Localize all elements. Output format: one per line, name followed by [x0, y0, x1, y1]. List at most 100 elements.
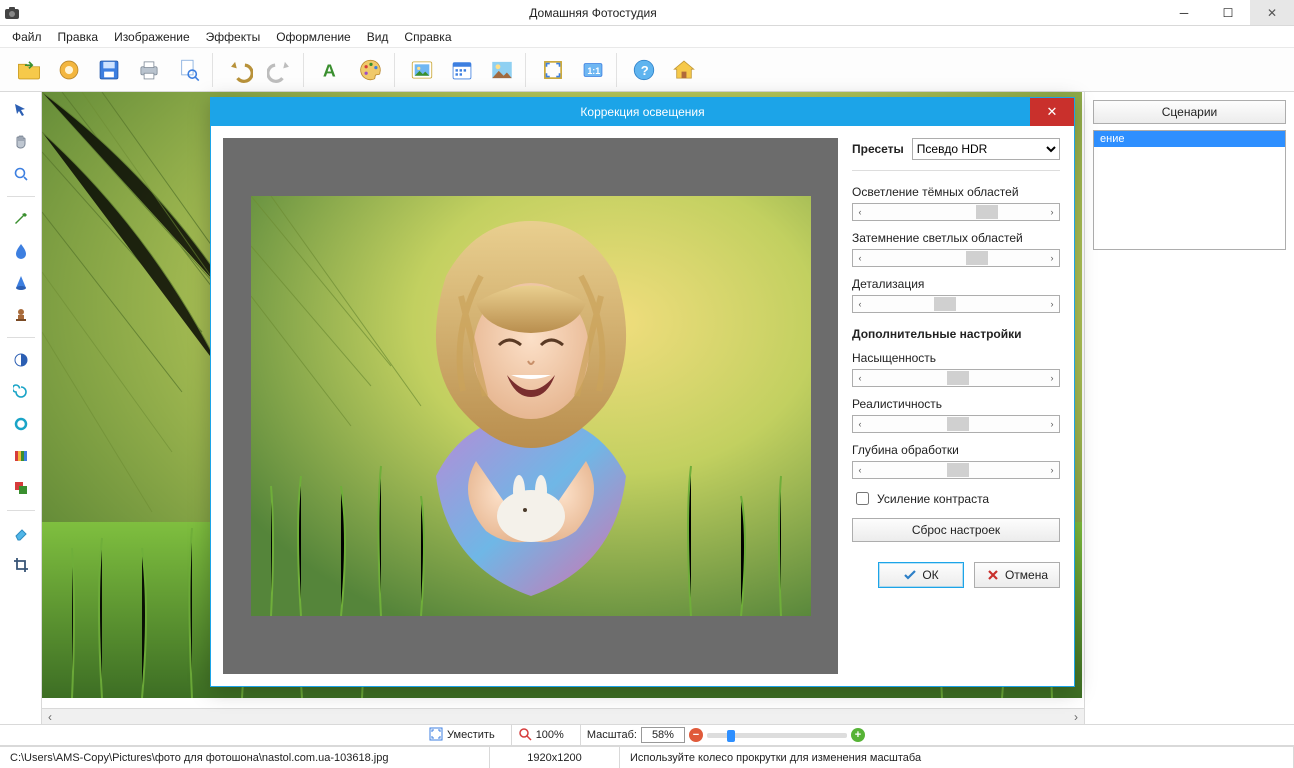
zoom-slider-thumb[interactable]	[727, 730, 735, 742]
close-button[interactable]: ✕	[1250, 0, 1294, 25]
slider-realism[interactable]: ‹ ›	[852, 415, 1060, 433]
hundred-icon[interactable]	[518, 727, 532, 744]
check-icon	[903, 568, 917, 582]
slider-lighten-label: Осветление тёмных областей	[852, 185, 1060, 199]
right-panel: Сценарии ение	[1084, 92, 1294, 724]
horizontal-scrollbar[interactable]: ‹ ›	[42, 708, 1084, 724]
slider-darken-handle[interactable]	[966, 251, 988, 265]
slider-right-icon[interactable]: ›	[1045, 462, 1059, 478]
presets-select[interactable]: Псевдо HDR	[912, 138, 1060, 160]
layers-icon[interactable]	[7, 476, 35, 500]
scroll-left-icon[interactable]: ‹	[42, 709, 58, 724]
maximize-button[interactable]: ☐	[1206, 0, 1250, 25]
actual-size-icon[interactable]: 1:1	[576, 53, 610, 87]
fit-label[interactable]: Уместить	[447, 729, 495, 741]
cross-icon	[986, 568, 1000, 582]
picture-icon[interactable]	[405, 53, 439, 87]
save-icon[interactable]	[92, 53, 126, 87]
cancel-button[interactable]: Отмена	[974, 562, 1060, 588]
palette-icon[interactable]	[354, 53, 388, 87]
slider-saturation-label: Насыщенность	[852, 351, 1060, 365]
home-icon[interactable]	[667, 53, 701, 87]
open-file-icon[interactable]	[12, 53, 46, 87]
zoom-tool-icon[interactable]	[7, 162, 35, 186]
eyedropper-icon[interactable]	[7, 207, 35, 231]
slider-detail[interactable]: ‹ ›	[852, 295, 1060, 313]
landscape-icon[interactable]	[485, 53, 519, 87]
slider-saturation[interactable]: ‹ ›	[852, 369, 1060, 387]
slider-detail-label: Детализация	[852, 277, 1060, 291]
redo-icon[interactable]	[263, 53, 297, 87]
zoom-out-icon[interactable]: −	[689, 728, 703, 742]
help-icon[interactable]: ?	[627, 53, 661, 87]
slider-left-icon[interactable]: ‹	[853, 370, 867, 386]
contrast-icon[interactable]	[7, 348, 35, 372]
hand-tool-icon[interactable]	[7, 130, 35, 154]
svg-text:?: ?	[641, 62, 649, 77]
scenario-list[interactable]: ение	[1093, 130, 1286, 250]
crop-icon[interactable]	[7, 553, 35, 577]
menu-image[interactable]: Изображение	[106, 27, 198, 47]
stamp-icon[interactable]	[7, 303, 35, 327]
slider-realism-handle[interactable]	[947, 417, 969, 431]
scale-input[interactable]: 58%	[641, 727, 685, 743]
menu-help[interactable]: Справка	[396, 27, 459, 47]
slider-right-icon[interactable]: ›	[1045, 416, 1059, 432]
slider-saturation-handle[interactable]	[947, 371, 969, 385]
zoom-in-icon[interactable]: +	[851, 728, 865, 742]
undo-icon[interactable]	[223, 53, 257, 87]
slider-left-icon[interactable]: ‹	[853, 296, 867, 312]
search-doc-icon[interactable]	[172, 53, 206, 87]
arrow-tool-icon[interactable]	[7, 98, 35, 122]
slider-detail-handle[interactable]	[934, 297, 956, 311]
slider-depth-handle[interactable]	[947, 463, 969, 477]
print-icon[interactable]	[132, 53, 166, 87]
dialog-preview-area	[223, 138, 838, 674]
menu-effects[interactable]: Эффекты	[198, 27, 269, 47]
scenarios-button[interactable]: Сценарии	[1093, 100, 1286, 124]
zoom-slider[interactable]	[707, 733, 847, 738]
spiral-icon[interactable]	[7, 380, 35, 404]
app-title: Домашняя Фотостудия	[24, 6, 1162, 20]
scale-label: Масштаб:	[587, 729, 637, 741]
cone-icon[interactable]	[7, 271, 35, 295]
slider-darken[interactable]: ‹ ›	[852, 249, 1060, 267]
reset-button[interactable]: Сброс настроек	[852, 518, 1060, 542]
slider-lighten[interactable]: ‹ ›	[852, 203, 1060, 221]
minimize-button[interactable]: ─	[1162, 0, 1206, 25]
menu-view[interactable]: Вид	[359, 27, 397, 47]
ok-button[interactable]: ОК	[878, 562, 964, 588]
camera-icon[interactable]	[52, 53, 86, 87]
scenario-item-selected[interactable]: ение	[1094, 131, 1285, 147]
menu-file[interactable]: Файл	[4, 27, 50, 47]
hundred-label[interactable]: 100%	[536, 729, 564, 741]
dialog-close-icon[interactable]: ✕	[1030, 98, 1074, 126]
menu-edit[interactable]: Правка	[50, 27, 107, 47]
contrast-checkbox[interactable]	[856, 492, 869, 505]
fit-screen-icon[interactable]	[536, 53, 570, 87]
drop-icon[interactable]	[7, 239, 35, 263]
ok-label: ОК	[922, 568, 938, 582]
fit-icon[interactable]	[429, 727, 443, 744]
slider-right-icon[interactable]: ›	[1045, 250, 1059, 266]
slider-depth[interactable]: ‹ ›	[852, 461, 1060, 479]
text-icon[interactable]: A	[314, 53, 348, 87]
calendar-icon[interactable]	[445, 53, 479, 87]
svg-text:A: A	[323, 60, 336, 80]
slider-lighten-handle[interactable]	[976, 205, 998, 219]
gradient-icon[interactable]	[7, 444, 35, 468]
slider-left-icon[interactable]: ‹	[853, 250, 867, 266]
slider-left-icon[interactable]: ‹	[853, 462, 867, 478]
slider-left-icon[interactable]: ‹	[853, 416, 867, 432]
lighting-correction-dialog: Коррекция освещения ✕	[210, 97, 1075, 687]
slider-left-icon[interactable]: ‹	[853, 204, 867, 220]
slider-right-icon[interactable]: ›	[1045, 296, 1059, 312]
tool-palette	[0, 92, 42, 724]
ring-icon[interactable]	[7, 412, 35, 436]
eraser-icon[interactable]	[7, 521, 35, 545]
slider-right-icon[interactable]: ›	[1045, 370, 1059, 386]
toolbar: A 1:1 ?	[0, 48, 1294, 92]
menu-decor[interactable]: Оформление	[268, 27, 358, 47]
scroll-right-icon[interactable]: ›	[1068, 709, 1084, 724]
slider-right-icon[interactable]: ›	[1045, 204, 1059, 220]
